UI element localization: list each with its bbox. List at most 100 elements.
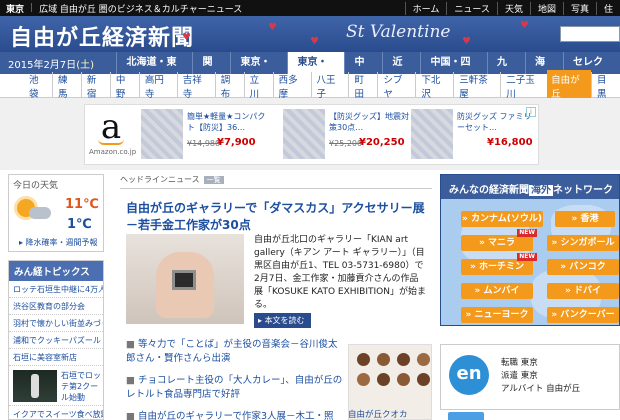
en-japan-widget[interactable]: en 転職 東京 派遣 東京 アルバイト 自由が丘 bbox=[440, 344, 620, 410]
divider bbox=[120, 188, 432, 189]
date-weekday: (土) bbox=[76, 59, 94, 71]
top-bar: 東京 | 広域 自由が丘 圏のビジネス＆カルチャーニュース ホーム ニュース 天… bbox=[0, 0, 620, 16]
city-link[interactable]: 三軒茶屋 bbox=[453, 71, 500, 100]
network-title-suffix: ネットワーク bbox=[553, 185, 613, 196]
city-link[interactable]: シブヤ bbox=[377, 71, 415, 100]
overseas-network-widget: みんなの経済新聞海外ネットワーク カンナム(ソウル) 香港 マニラNEW シンガ… bbox=[440, 174, 620, 326]
amazon-ad[interactable]: a Amazon.co.jp 簡単★軽量★コンパクト【防災】36… ¥14,98… bbox=[84, 104, 539, 165]
city-link[interactable]: 池袋 bbox=[24, 72, 52, 100]
city-button-hochiminh[interactable]: ホーチミンNEW bbox=[461, 253, 537, 275]
heart-icon: ♥ bbox=[520, 20, 529, 31]
headline-list-button[interactable]: 一覧 bbox=[203, 176, 224, 184]
product-name[interactable]: 【防災グッズ】地震対策30点… bbox=[329, 111, 411, 133]
top-link-photo[interactable]: 写真 bbox=[562, 1, 596, 15]
topic-link[interactable]: 石垣に美容室新店 bbox=[9, 349, 103, 366]
top-link-weather[interactable]: 天気 bbox=[496, 1, 530, 15]
ad-product[interactable]: 防災グッズ ファミリーセット… ¥16,800 bbox=[411, 109, 539, 161]
chocolate-figure bbox=[377, 373, 390, 386]
city-button-dubai[interactable]: ドバイ bbox=[547, 283, 619, 299]
topic-link[interactable]: 羽村で懐かしい街並みづくり bbox=[9, 315, 103, 332]
topic-link[interactable]: 浦和でクッキーパズール bbox=[9, 332, 103, 349]
city-button-gangnam[interactable]: カンナム(ソウル) bbox=[461, 211, 543, 227]
city-button-hongkong[interactable]: 香港 bbox=[555, 211, 615, 227]
city-link[interactable]: 西多摩 bbox=[272, 71, 311, 100]
news-item[interactable]: ■ チョコレート主役の「大人カレー」、自由が丘のレトルト食品専門店で好評 bbox=[126, 374, 346, 402]
city-link[interactable]: 町田 bbox=[348, 71, 377, 100]
ad-product[interactable]: 簡単★軽量★コンパクト【防災】36… ¥14,980 ¥7,900 bbox=[141, 109, 269, 161]
city-button-newyork[interactable]: ニューヨーク bbox=[461, 307, 533, 323]
city-button-mumbai[interactable]: ムンバイ bbox=[461, 283, 533, 299]
product-price: ¥16,800 bbox=[487, 137, 533, 148]
ad-product[interactable]: 【防災グッズ】地震対策30点… ¥25,200 ¥20,250 bbox=[283, 109, 411, 161]
ring-figure bbox=[172, 270, 196, 290]
product-image[interactable] bbox=[141, 109, 183, 159]
city-link[interactable]: 調布 bbox=[214, 71, 244, 100]
chocolate-figure bbox=[377, 353, 390, 366]
top-story-headline[interactable]: 自由が丘のギャラリーで「ダマスカス」アクセサリー展－若手金工作家が30点 bbox=[126, 200, 428, 234]
read-more-button[interactable]: 本文を読む bbox=[254, 313, 311, 328]
news-link[interactable]: 自由が丘のギャラリーで作家3人展－木工・照 bbox=[138, 411, 333, 420]
city-button-manila[interactable]: マニラNEW bbox=[461, 229, 537, 251]
amazon-logo-letter: a bbox=[100, 107, 122, 147]
bullet-icon: ■ bbox=[126, 375, 135, 386]
city-link[interactable]: 二子玉川 bbox=[500, 71, 547, 100]
topic-photo-item[interactable]: 石垣でロッテ第2クール始動 bbox=[9, 366, 103, 406]
product-image[interactable] bbox=[411, 109, 453, 159]
city-link-active[interactable]: 自由が丘 bbox=[547, 69, 592, 102]
temperature-high: 11℃ bbox=[65, 197, 99, 212]
search-input[interactable] bbox=[560, 26, 620, 42]
en-link[interactable]: 転職 東京 bbox=[501, 357, 580, 370]
new-badge: NEW bbox=[517, 253, 537, 261]
city-button-vancouver[interactable]: バンクーバー bbox=[547, 307, 619, 323]
news-item[interactable]: ■ 等々力で「ことば」が主役の音楽会－谷川俊太郎さん・賢作さんら出演 bbox=[126, 338, 346, 366]
adchoices-icon[interactable]: i bbox=[526, 107, 536, 117]
topic-link[interactable]: イクアでスイーツ食べ放題 bbox=[9, 406, 103, 420]
city-button-bangkok[interactable]: バンコク bbox=[547, 259, 619, 275]
en-link[interactable]: 派遣 東京 bbox=[501, 370, 580, 383]
side-story-caption[interactable]: 自由が丘クオカ bbox=[348, 408, 432, 420]
en-logo[interactable]: en bbox=[449, 355, 489, 395]
amazon-logo[interactable]: a Amazon.co.jp bbox=[89, 107, 136, 161]
city-link[interactable]: 立川 bbox=[243, 71, 273, 100]
tweet-button[interactable] bbox=[448, 412, 484, 420]
site-logo[interactable]: 自由が丘経済新聞 bbox=[10, 20, 194, 52]
rain-forecast-link[interactable]: ▸ 降水確率・週間予報 bbox=[19, 237, 98, 248]
topic-photo[interactable] bbox=[13, 370, 57, 402]
product-name[interactable]: 簡単★軽量★コンパクト【防災】36… bbox=[187, 111, 269, 133]
topic-link[interactable]: 渋谷区教育の部分会 bbox=[9, 298, 103, 315]
network-title: みんなの経済新聞 海外 ネットワーク bbox=[441, 175, 619, 199]
site-header: 自由が丘経済新聞 ♥ ♥ ♥ ♥ ♥ St Valentine bbox=[0, 16, 620, 52]
news-link[interactable]: チョコレート主役の「大人カレー」、自由が丘のレトルト食品専門店で好評 bbox=[126, 375, 342, 400]
chocolate-figure bbox=[357, 373, 370, 386]
product-old-price: ¥14,980 bbox=[187, 139, 221, 148]
city-button-singapore[interactable]: シンガポール bbox=[547, 235, 619, 251]
top-story-photo[interactable] bbox=[126, 234, 244, 324]
city-link[interactable]: 下北沢 bbox=[415, 71, 453, 100]
en-link[interactable]: アルバイト 自由が丘 bbox=[501, 383, 580, 396]
topic-photo-caption[interactable]: 石垣でロッテ第2クール始動 bbox=[61, 370, 103, 403]
product-image[interactable] bbox=[283, 109, 325, 159]
news-item[interactable]: ■ 自由が丘のギャラリーで作家3人展－木工・照 bbox=[126, 410, 346, 420]
top-link-news[interactable]: ニュース bbox=[446, 1, 497, 15]
ad-band: a Amazon.co.jp 簡単★軽量★コンパクト【防災】36… ¥14,98… bbox=[0, 98, 620, 170]
top-link-home[interactable]: ホーム bbox=[404, 1, 447, 15]
city-link[interactable]: 目黒 bbox=[591, 71, 620, 100]
site-description: 広域 自由が丘 圏のビジネス＆カルチャーニュース bbox=[39, 4, 243, 15]
city-link[interactable]: 練馬 bbox=[51, 71, 81, 100]
city-link[interactable]: 新宿 bbox=[80, 71, 110, 100]
network-overseas-label: 海外 bbox=[529, 185, 553, 196]
chocolate-figure bbox=[417, 353, 430, 366]
news-link[interactable]: 等々力で「ことば」が主役の音楽会－谷川俊太郎さん・賢作さんら出演 bbox=[126, 339, 338, 364]
new-badge: NEW bbox=[517, 229, 537, 237]
product-price: ¥20,250 bbox=[359, 137, 405, 148]
bullet-icon: ■ bbox=[126, 339, 135, 350]
en-links: 転職 東京 派遣 東京 アルバイト 自由が丘 bbox=[501, 357, 580, 396]
city-link[interactable]: 高円寺 bbox=[138, 71, 177, 100]
site-region-tag[interactable]: 東京 bbox=[0, 2, 30, 15]
topic-link[interactable]: ロッテ石垣生中継に4万人 bbox=[9, 281, 103, 298]
city-link[interactable]: 中野 bbox=[109, 71, 139, 100]
top-link-map[interactable]: 地図 bbox=[529, 1, 563, 15]
top-link-more[interactable]: 住 bbox=[595, 1, 620, 15]
city-link[interactable]: 吉祥寺 bbox=[176, 71, 215, 100]
city-link[interactable]: 八王子 bbox=[310, 71, 349, 100]
